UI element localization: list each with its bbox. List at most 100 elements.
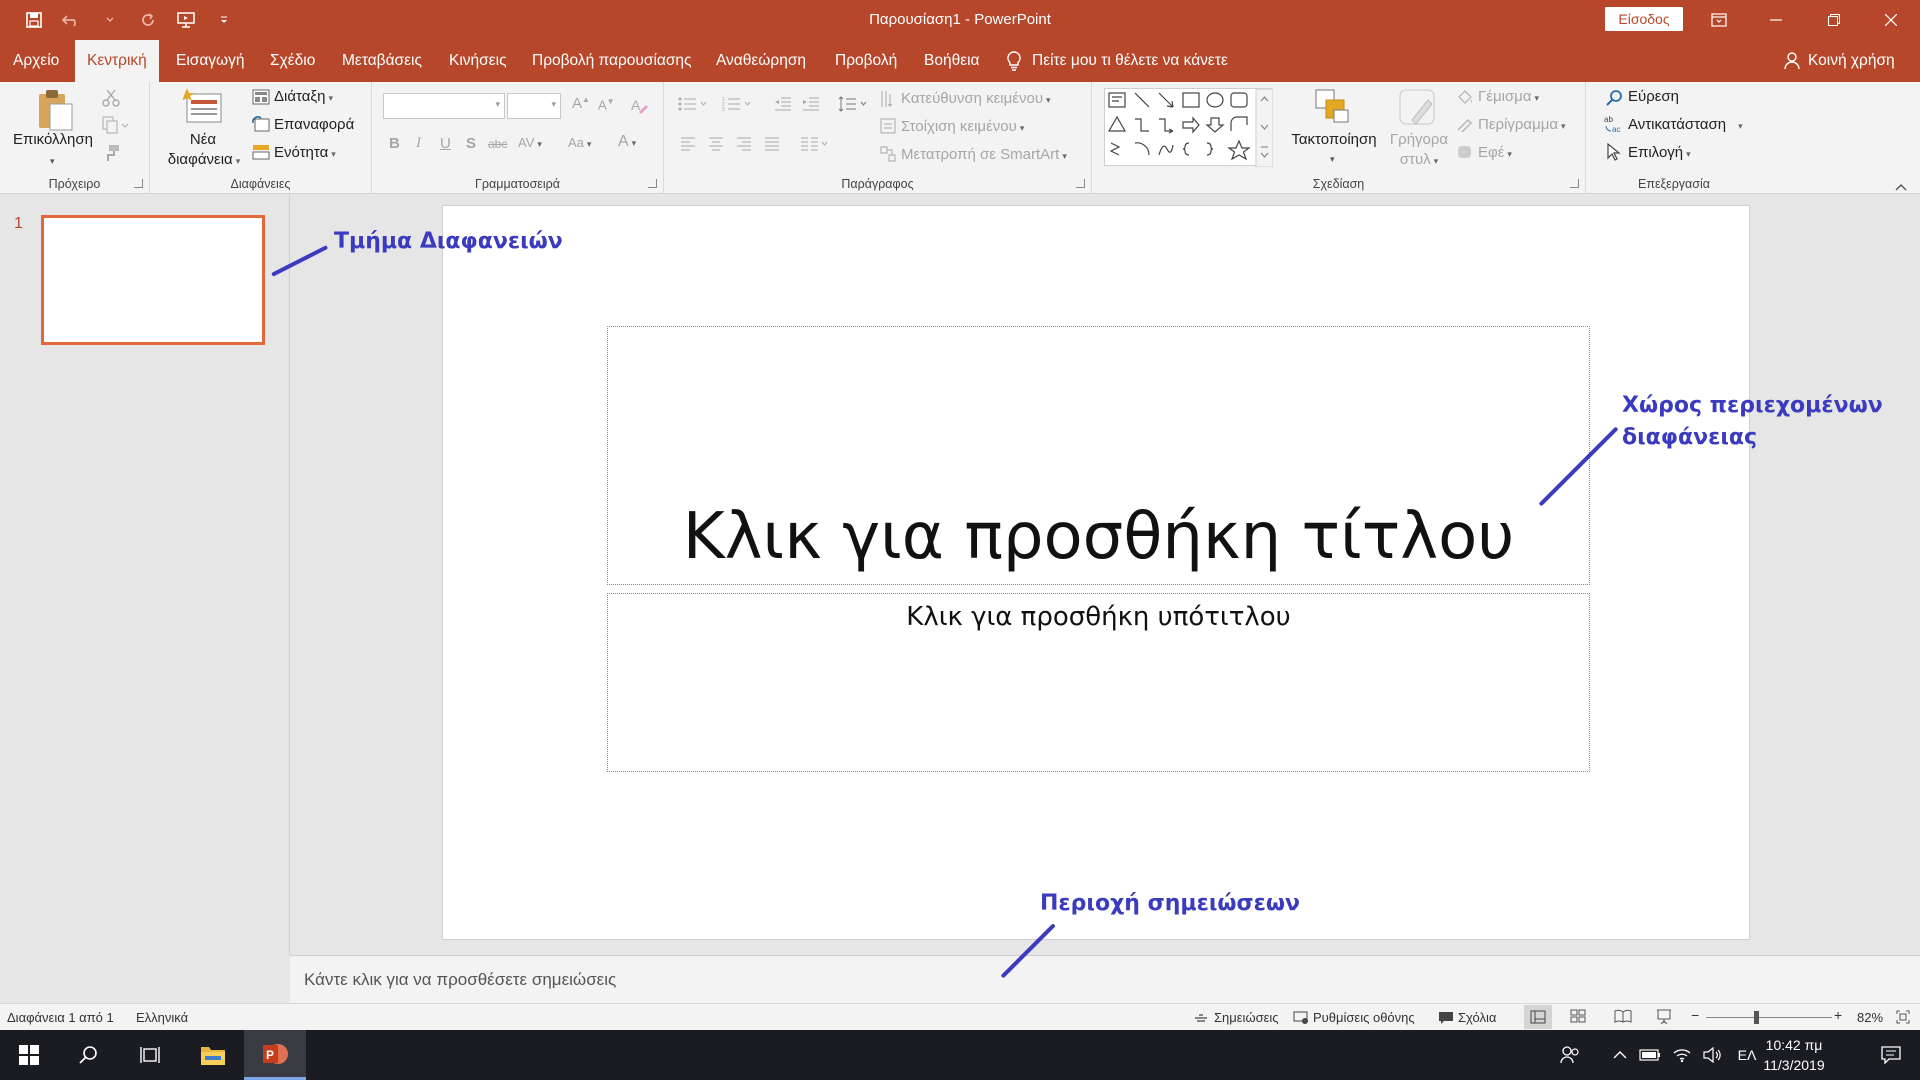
shape-effects-icon[interactable] <box>1456 144 1474 163</box>
section-button[interactable]: Ενότητα ▾ <box>274 144 336 161</box>
shape-outline-icon[interactable] <box>1456 116 1474 135</box>
slideshow-view-icon[interactable] <box>1656 1009 1672 1028</box>
justify-icon[interactable] <box>764 137 780 154</box>
slide-thumbnail[interactable] <box>41 215 265 345</box>
action-center-icon[interactable] <box>1866 1030 1916 1080</box>
show-hidden-icons-icon[interactable] <box>1608 1030 1632 1080</box>
section-icon[interactable] <box>252 144 270 163</box>
file-explorer-icon[interactable] <box>182 1030 244 1080</box>
change-case-icon[interactable]: Aa ▾ <box>568 135 591 150</box>
font-size-input[interactable]: ▾ <box>507 93 561 119</box>
reading-view-icon[interactable] <box>1614 1009 1632 1026</box>
clear-formatting-icon[interactable]: A <box>630 96 648 117</box>
language-indicator[interactable]: Ελληνικά <box>136 1010 188 1025</box>
shape-fill-icon[interactable] <box>1456 89 1474 108</box>
tab-slideshow[interactable]: Προβολή παρουσίασης <box>520 40 704 82</box>
tab-insert[interactable]: Εισαγωγή <box>164 40 257 82</box>
replace-icon[interactable]: ab ac <box>1604 114 1624 137</box>
decrease-indent-icon[interactable] <box>774 96 792 115</box>
tab-review[interactable]: Αναθεώρηση <box>704 40 818 82</box>
underline-icon[interactable]: U <box>440 135 451 152</box>
shape-outline-button[interactable]: Περίγραμμα ▾ <box>1478 116 1566 133</box>
font-launcher-icon[interactable] <box>648 179 657 188</box>
bold-icon[interactable]: B <box>389 135 400 152</box>
tab-help[interactable]: Βοήθεια <box>912 40 992 82</box>
ribbon-display-options-icon[interactable] <box>1690 0 1748 40</box>
drawing-launcher-icon[interactable] <box>1570 179 1579 188</box>
wifi-icon[interactable] <box>1668 1030 1696 1080</box>
font-color-icon[interactable]: A ▾ <box>618 133 636 151</box>
font-name-dropdown-icon[interactable]: ▾ <box>495 99 500 110</box>
zoom-in-button[interactable]: + <box>1834 1007 1842 1023</box>
taskbar-clock[interactable]: 10:42 πμ 11/3/2019 <box>1752 1035 1836 1075</box>
align-text-button[interactable]: Στοίχιση κειμένου ▾ <box>901 118 1024 135</box>
signin-button[interactable]: Είσοδος <box>1605 7 1683 31</box>
increase-indent-icon[interactable] <box>802 96 820 115</box>
slide-canvas[interactable]: Κλικ για προσθήκη τίτλου Κλικ για προσθή… <box>442 205 1750 940</box>
zoom-slider[interactable] <box>1706 1011 1832 1024</box>
strikethrough-icon[interactable]: abc <box>488 137 507 151</box>
new-slide-icon[interactable] <box>182 88 223 127</box>
align-right-icon[interactable] <box>736 137 752 154</box>
new-slide-button[interactable]: διαφάνεια ▾ <box>156 150 252 171</box>
powerpoint-taskbar-icon[interactable]: P <box>244 1030 306 1080</box>
people-icon[interactable] <box>1550 1030 1590 1080</box>
shape-effects-button[interactable]: Εφέ ▾ <box>1478 144 1512 161</box>
windows-start-icon[interactable] <box>0 1030 58 1080</box>
share-button[interactable]: Κοινή χρήση <box>1784 40 1895 82</box>
line-spacing-icon[interactable] <box>838 96 868 115</box>
tab-animations[interactable]: Κινήσεις <box>437 40 519 82</box>
paragraph-launcher-icon[interactable] <box>1076 179 1085 188</box>
close-icon[interactable] <box>1862 0 1920 40</box>
tab-transitions[interactable]: Μεταβάσεις <box>330 40 434 82</box>
text-direction-button[interactable]: Κατεύθυνση κειμένου ▾ <box>901 90 1051 107</box>
align-center-icon[interactable] <box>708 137 724 154</box>
clipboard-launcher-icon[interactable] <box>134 179 143 188</box>
arrange-icon[interactable] <box>1314 88 1352 129</box>
search-icon[interactable] <box>58 1030 120 1080</box>
numbering-icon[interactable]: 123 <box>722 96 752 115</box>
tab-view[interactable]: Προβολή <box>823 40 909 82</box>
text-direction-icon[interactable] <box>880 90 896 111</box>
normal-view-icon[interactable] <box>1524 1005 1552 1029</box>
display-settings-button[interactable]: Ρυθμίσεις οθόνης <box>1293 1010 1415 1025</box>
replace-button[interactable]: Αντικατάσταση ▾ <box>1628 116 1743 133</box>
grow-font-icon[interactable]: A▲ <box>572 95 590 112</box>
subtitle-placeholder[interactable]: Κλικ για προσθήκη υπότιτλου <box>607 593 1590 772</box>
align-left-icon[interactable] <box>680 137 696 154</box>
character-spacing-icon[interactable]: AV ▾ <box>518 135 542 150</box>
font-name-input[interactable]: ▾ <box>383 93 505 119</box>
shapes-gallery[interactable] <box>1104 88 1274 168</box>
columns-icon[interactable] <box>800 137 830 154</box>
reset-button[interactable]: Επαναφορά <box>274 116 354 133</box>
restore-icon[interactable] <box>1805 0 1863 40</box>
zoom-out-button[interactable]: − <box>1691 1007 1699 1023</box>
paste-icon[interactable] <box>36 88 74 135</box>
quick-styles-label-1[interactable]: Γρήγορα <box>1384 130 1454 150</box>
align-text-icon[interactable] <box>880 118 896 137</box>
new-slide-label-1[interactable]: Νέα <box>158 130 248 150</box>
comments-button[interactable]: Σχόλια <box>1438 1010 1496 1025</box>
title-placeholder[interactable]: Κλικ για προσθήκη τίτλου <box>607 326 1590 585</box>
shadow-icon[interactable]: S <box>466 135 476 152</box>
arrange-dropdown-icon[interactable]: ▾ <box>1330 154 1335 165</box>
shape-fill-button[interactable]: Γέμισμα ▾ <box>1478 88 1539 105</box>
font-size-dropdown-icon[interactable]: ▾ <box>551 99 556 110</box>
slide-count[interactable]: Διαφάνεια 1 από 1 <box>7 1010 114 1025</box>
zoom-level[interactable]: 82% <box>1857 1010 1883 1025</box>
italic-icon[interactable]: I <box>416 135 421 152</box>
notes-toggle-button[interactable]: Σημειώσεις <box>1194 1010 1279 1025</box>
volume-icon[interactable] <box>1698 1030 1726 1080</box>
tab-home[interactable]: Κεντρική <box>75 40 159 83</box>
layout-icon[interactable] <box>252 89 270 108</box>
minimize-icon[interactable] <box>1747 0 1805 40</box>
copy-icon[interactable] <box>102 116 129 137</box>
find-button[interactable]: Εύρεση <box>1628 88 1679 105</box>
collapse-ribbon-icon[interactable] <box>1895 178 1907 194</box>
battery-icon[interactable] <box>1636 1030 1664 1080</box>
select-cursor-icon[interactable] <box>1606 142 1622 164</box>
tab-file[interactable]: Αρχείο <box>1 40 71 82</box>
shrink-font-icon[interactable]: A▼ <box>598 97 615 112</box>
quick-styles-icon[interactable] <box>1398 88 1438 131</box>
arrange-button[interactable]: Τακτοποίηση <box>1280 130 1388 150</box>
